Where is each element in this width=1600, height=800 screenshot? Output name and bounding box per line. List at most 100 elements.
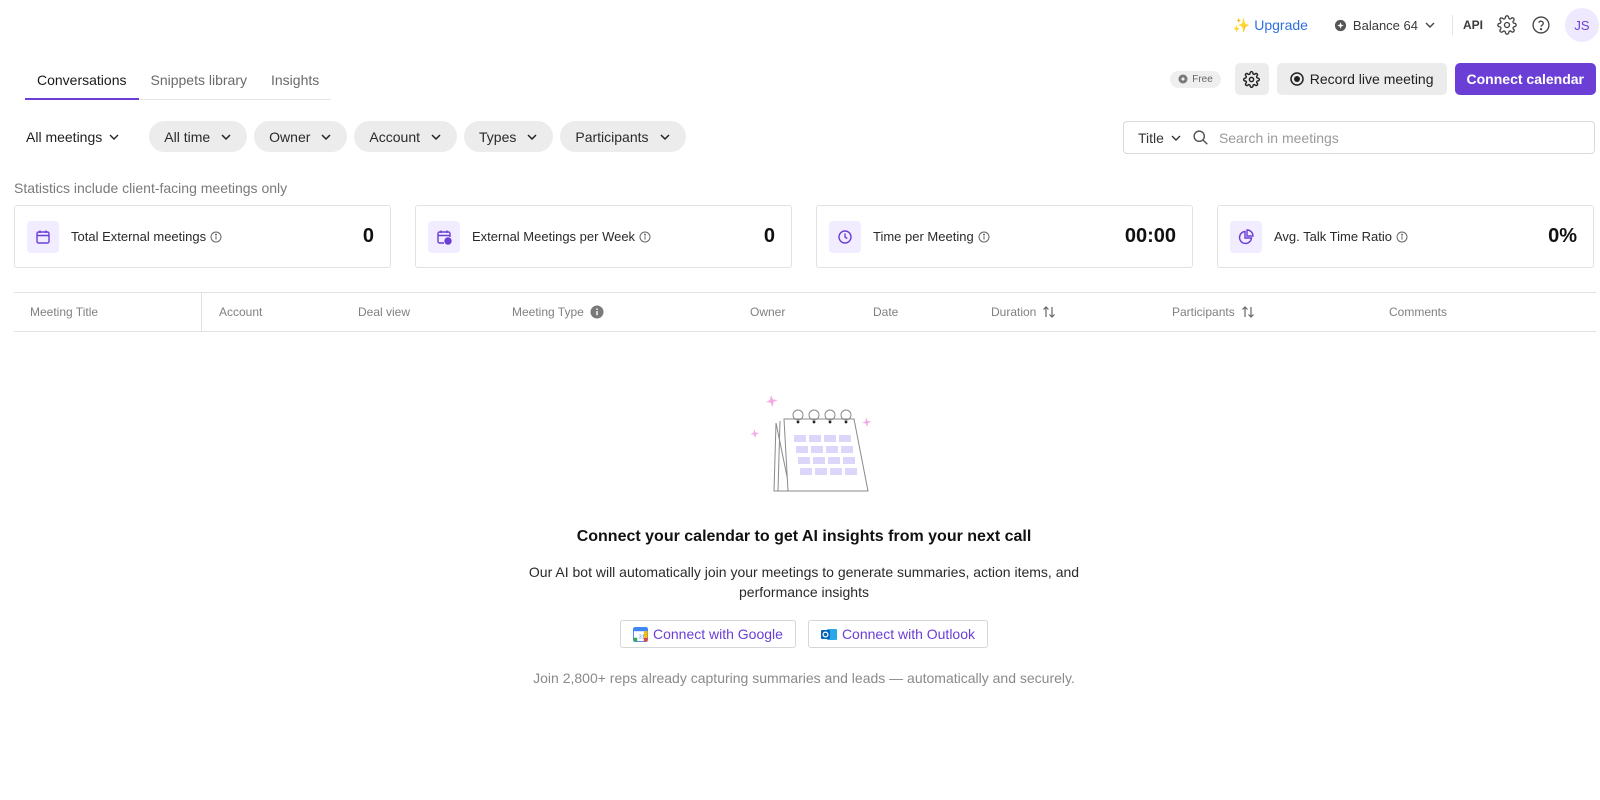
sort-icon[interactable]	[1241, 305, 1255, 319]
settings-gear-icon[interactable]	[1497, 15, 1517, 35]
all-meetings-dropdown[interactable]: All meetings	[26, 129, 120, 145]
empty-state: Connect your calendar to get AI insights…	[0, 395, 1600, 686]
info-icon[interactable]	[1396, 231, 1408, 243]
help-icon[interactable]	[1531, 15, 1551, 35]
balance-label: Balance 64	[1352, 17, 1418, 33]
filter-bar: All meetings All time Owner Account Type…	[26, 121, 686, 152]
info-icon[interactable]	[978, 231, 990, 243]
social-proof-text: Join 2,800+ reps already capturing summa…	[533, 670, 1075, 686]
column-header-meeting-type[interactable]: Meeting Type	[512, 293, 604, 331]
chevron-down-icon	[1170, 132, 1182, 144]
upgrade-link[interactable]: ✨ Upgrade	[1233, 17, 1308, 34]
stat-card-avg-talk-time-ratio: Avg. Talk Time Ratio 0%	[1217, 205, 1594, 268]
stat-value: 0%	[1548, 225, 1577, 247]
stat-label: Total External meetings	[71, 229, 207, 244]
chevron-down-icon	[526, 131, 538, 143]
column-label: Participants	[1172, 305, 1235, 319]
column-header-comments[interactable]: Comments	[1389, 293, 1447, 331]
stat-card-external-meetings-per-week: External Meetings per Week 0	[415, 205, 792, 268]
calendar-illustration-icon	[734, 395, 874, 500]
empty-state-title: Connect your calendar to get AI insights…	[576, 528, 1032, 545]
connect-outlook-button[interactable]: Connect with Outlook	[807, 620, 989, 648]
api-link[interactable]: API	[1463, 18, 1483, 32]
empty-state-description: Our AI bot will automatically join your …	[528, 564, 1080, 600]
balance-dropdown[interactable]: Balance 64	[1334, 18, 1436, 33]
calendar-clock-icon	[428, 220, 460, 253]
chevron-down-icon	[430, 131, 442, 143]
tab-insights[interactable]: Insights	[259, 66, 331, 99]
connect-google-button[interactable]: 31 Connect with Google	[619, 620, 796, 648]
search-icon	[1192, 129, 1209, 146]
column-header-participants[interactable]: Participants	[1172, 293, 1255, 331]
plan-dot-icon	[1178, 74, 1188, 84]
stat-value: 0	[763, 225, 775, 247]
divider	[1451, 15, 1453, 35]
search-input[interactable]	[1208, 129, 1594, 146]
chevron-down-icon	[1424, 19, 1436, 31]
clock-icon	[829, 220, 861, 253]
stats-cards: Total External meetings 0 External Meeti…	[14, 205, 1594, 268]
search-bar: Title	[1123, 121, 1595, 154]
connect-google-label: Connect with Google	[652, 626, 783, 642]
stat-label: External Meetings per Week	[472, 229, 636, 244]
filter-label: All time	[164, 128, 211, 145]
record-live-meeting-button[interactable]: Record live meeting	[1276, 63, 1447, 95]
column-header-date[interactable]: Date	[873, 293, 898, 331]
connect-outlook-label: Connect with Outlook	[841, 626, 976, 642]
sort-icon[interactable]	[1042, 305, 1056, 319]
search-field-dropdown[interactable]: Title	[1124, 130, 1192, 146]
info-icon[interactable]	[210, 231, 222, 243]
gear-icon	[1243, 70, 1261, 88]
sparkle-icon: ✨	[1232, 16, 1251, 33]
stat-value: 00:00	[1124, 225, 1176, 247]
header-actions: Free Record live meeting Connect calenda…	[1170, 63, 1596, 95]
stats-note: Statistics include client-facing meeting…	[14, 180, 288, 196]
column-header-account[interactable]: Account	[219, 293, 262, 331]
connect-calendar-button[interactable]: Connect calendar	[1454, 63, 1596, 95]
column-header-owner[interactable]: Owner	[750, 293, 785, 331]
svg-text:31: 31	[639, 634, 645, 640]
meetings-table-header: Meeting Title Account Deal view Meeting …	[14, 292, 1596, 332]
avatar[interactable]: JS	[1565, 8, 1599, 42]
filter-label: Account	[369, 128, 420, 145]
filter-time[interactable]: All time	[149, 121, 248, 152]
info-icon[interactable]	[639, 231, 651, 243]
column-header-meeting-title[interactable]: Meeting Title	[14, 293, 202, 331]
pie-chart-icon	[1230, 220, 1262, 253]
stat-label: Time per Meeting	[873, 229, 974, 244]
stat-card-time-per-meeting: Time per Meeting 00:00	[816, 205, 1193, 268]
filter-label: Types	[479, 128, 517, 145]
record-label: Record live meeting	[1309, 71, 1434, 87]
filter-types[interactable]: Types	[464, 121, 554, 152]
info-filled-icon[interactable]	[590, 305, 604, 319]
free-plan-badge: Free	[1170, 70, 1221, 88]
filter-owner[interactable]: Owner	[254, 121, 348, 152]
google-calendar-icon: 31	[632, 626, 648, 642]
column-header-deal-view[interactable]: Deal view	[358, 293, 410, 331]
tab-conversations[interactable]: Conversations	[25, 66, 139, 100]
tab-snippets-library[interactable]: Snippets library	[139, 66, 260, 99]
stat-card-total-external-meetings: Total External meetings 0	[14, 205, 391, 268]
column-header-duration[interactable]: Duration	[991, 293, 1056, 331]
top-bar: ✨ Upgrade Balance 64 API JS	[1233, 8, 1600, 42]
record-icon	[1290, 72, 1304, 86]
filter-account[interactable]: Account	[354, 121, 457, 152]
stat-label: Avg. Talk Time Ratio	[1274, 229, 1393, 244]
filter-participants[interactable]: Participants	[560, 121, 686, 152]
search-field-label: Title	[1138, 129, 1164, 146]
chevron-down-icon	[220, 131, 232, 143]
outlook-icon	[820, 627, 837, 642]
calendar-icon	[27, 220, 59, 253]
column-label: Meeting Type	[512, 305, 584, 319]
view-label: All meetings	[26, 128, 103, 145]
free-label: Free	[1192, 73, 1213, 85]
chevron-down-icon	[320, 131, 332, 143]
stat-value: 0	[362, 225, 374, 247]
filter-label: Owner	[269, 128, 311, 145]
chevron-down-icon	[108, 131, 120, 143]
filter-label: Participants	[575, 128, 649, 145]
chevron-down-icon	[659, 131, 671, 143]
meeting-settings-button[interactable]	[1234, 63, 1269, 95]
upgrade-label: Upgrade	[1254, 17, 1308, 33]
main-tabs: Conversations Snippets library Insights	[25, 66, 332, 100]
